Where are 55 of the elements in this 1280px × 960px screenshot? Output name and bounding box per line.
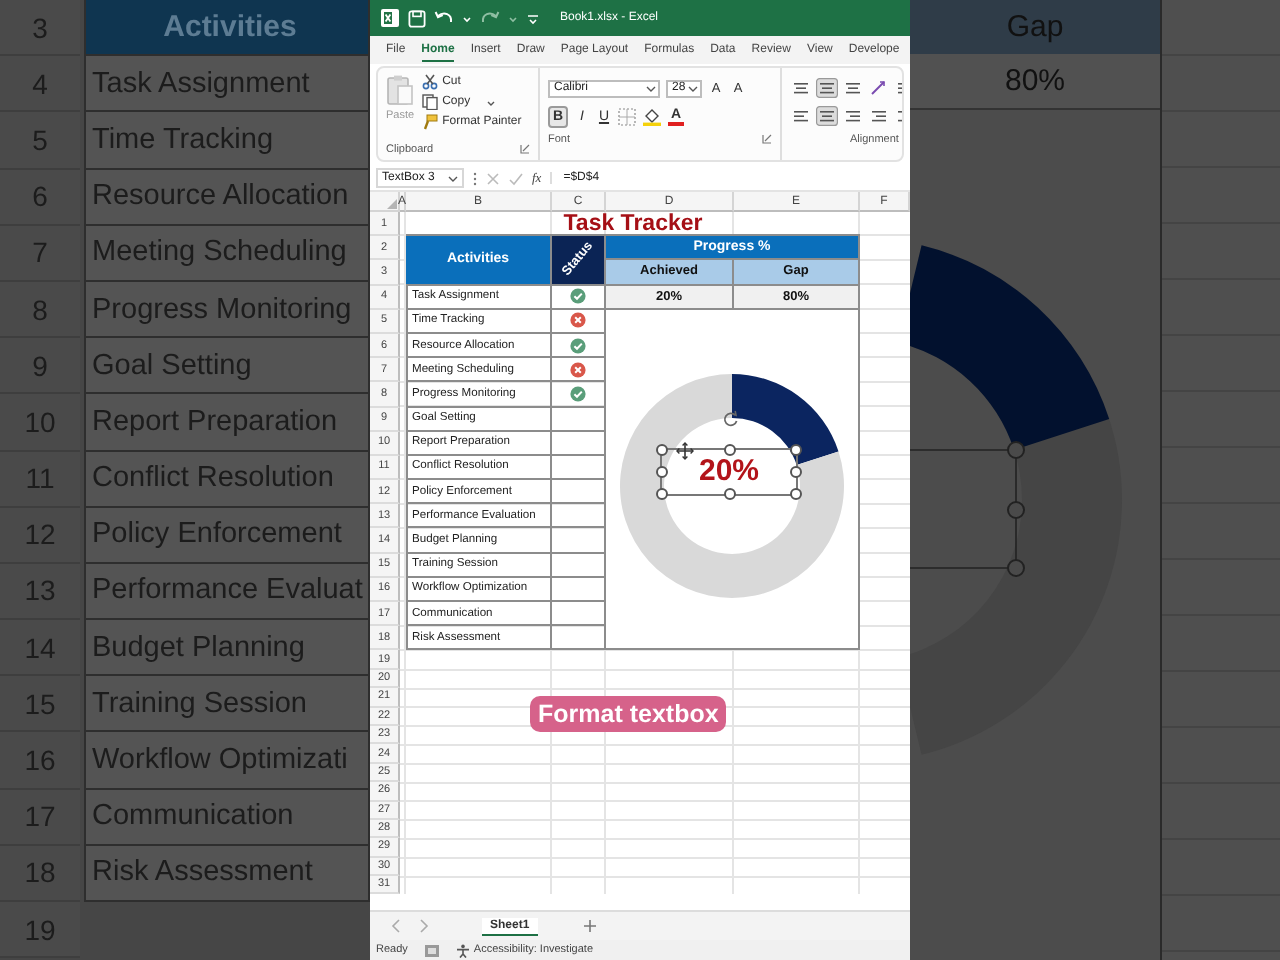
align-left-icon[interactable] [790,106,812,126]
orientation-icon[interactable] [868,78,890,98]
dialog-launcher-icon[interactable] [520,144,530,154]
table-cell: Policy Enforcement [84,507,370,564]
resize-handle[interactable] [723,487,735,500]
triangle-icon [386,198,398,210]
table-cell: Report Preparation [84,394,370,451]
save-icon[interactable] [408,9,426,27]
fill-color-icon[interactable] [642,106,662,126]
move-cursor-icon [676,441,694,460]
header-cell: Gap [910,0,1160,54]
redo-icon[interactable] [480,9,500,27]
middle-align-icon[interactable] [816,78,838,98]
undo-icon[interactable] [434,9,454,27]
table-cell: 80% [910,54,1160,110]
caret-icon [448,173,458,183]
check-icon [570,337,586,354]
decrease-indent-icon[interactable] [868,106,890,126]
check-icon [570,385,586,402]
align-center-icon[interactable] [816,106,838,126]
table-cell: Time Tracking [84,112,370,170]
table-cell: Resource Allocation [84,169,370,226]
table-cell: Goal Setting [84,338,370,395]
table-cell: Risk Assessment [84,845,370,902]
clipboard-icon [386,74,415,106]
header-cell: Activities [84,0,370,57]
spreadsheet-logo-icon [380,8,400,28]
add-sheet-icon[interactable] [581,918,598,934]
table-cell: Progress Monitoring [84,281,370,339]
table-cell: Budget Planning [84,620,370,677]
caption-label: Format textbox [530,696,727,732]
align-right-icon[interactable] [842,106,864,126]
table-cell: Meeting Scheduling [84,225,370,282]
caret-icon [688,83,698,93]
resize-handle[interactable] [723,443,735,456]
dialog-launcher-icon[interactable] [762,134,772,144]
paintbrush-icon [422,114,439,130]
table-cell: Training Session [84,676,370,733]
customize-toolbar-icon[interactable] [526,9,540,27]
person-icon [455,943,470,957]
top-align-icon[interactable] [790,78,812,98]
table-cell: Performance Evaluat [84,563,370,621]
cross-icon [570,312,586,329]
table-cell: Communication [84,789,370,846]
rotate-handle-icon[interactable] [722,409,740,428]
caret-icon[interactable] [486,98,497,110]
caret-icon [646,83,656,93]
cross-icon [570,361,586,378]
table-cell: Workflow Optimizati [84,732,370,790]
scissors-icon [422,74,439,90]
table-cell: Conflict Resolution [84,451,370,508]
copy-icon [422,94,439,110]
check-icon [570,288,586,305]
table-cell: Task Assignment [84,56,370,113]
bottom-align-icon[interactable] [842,78,864,98]
